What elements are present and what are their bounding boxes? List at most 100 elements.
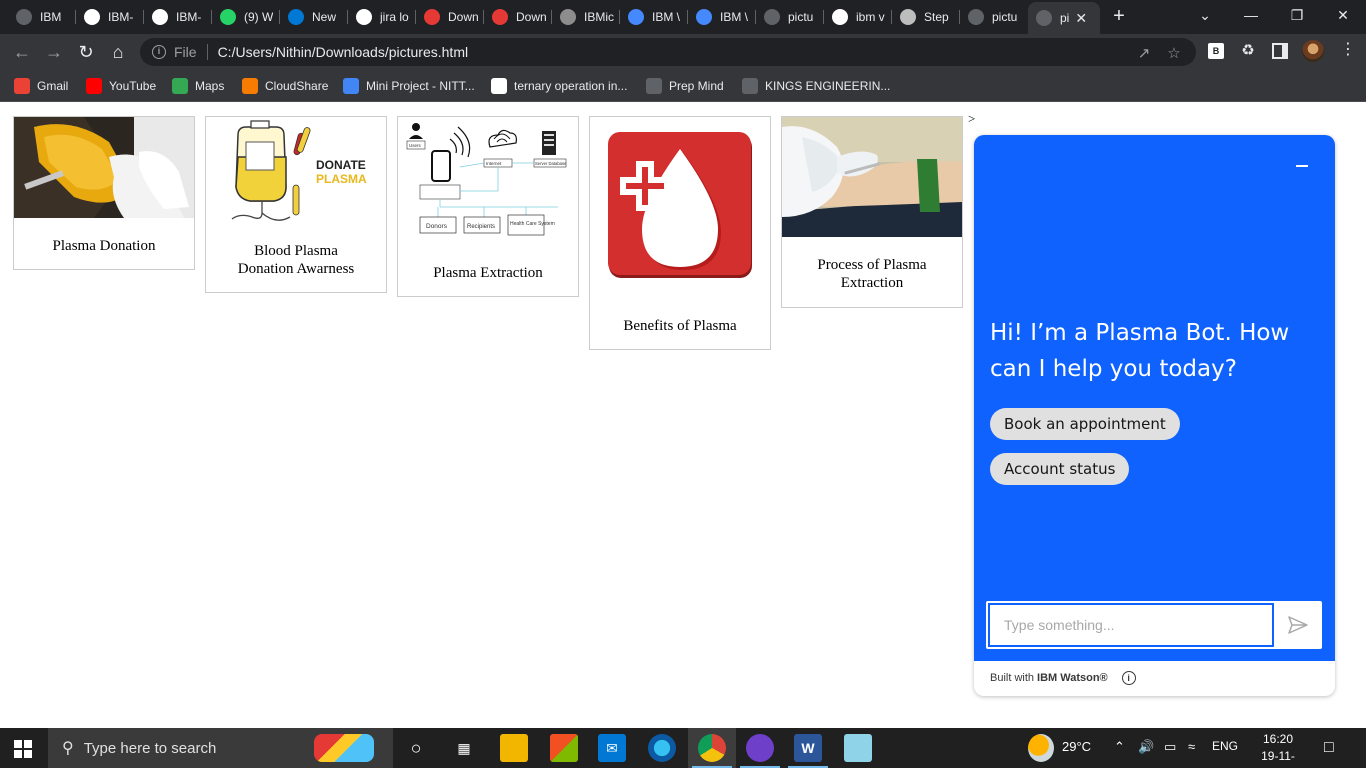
weather-icon[interactable] [1028,734,1054,762]
robot-icon [900,9,916,25]
omnibox-divider [206,44,208,60]
browser-tab[interactable]: pi ✕ [1028,2,1100,34]
card-awareness[interactable]: DONATE PLASMA Blood Plasma Donation Awar… [205,116,387,293]
cloudshare-icon [242,78,258,94]
gmail-icon [14,78,30,94]
reload-button[interactable]: ↻ [74,40,98,64]
browser-tab[interactable]: New [280,4,346,30]
browser-tab[interactable]: (9) W [212,4,278,30]
tab-label: IBM [40,10,62,24]
share-icon[interactable]: ↗ [1134,44,1154,62]
forward-button[interactable]: → [42,40,66,64]
diagram-label-users: Users [409,143,422,148]
browser-tab[interactable]: jira lo [348,4,414,30]
card-caption: Benefits of Plasma [623,318,737,334]
github-desktop-icon[interactable] [746,734,774,762]
extensions-puzzle-icon[interactable]: ♻ [1240,43,1256,59]
chatbot-widget: Hi! I’m a Plasma Bot. How can I help you… [974,135,1335,696]
extension-b-icon[interactable]: B [1208,43,1224,59]
heart-icon [492,9,508,25]
globe-icon [968,9,984,25]
diagram-label-recipients: Recipients [467,224,495,230]
info-icon[interactable]: i [1121,671,1136,685]
footer-brand: IBM Watson® [1037,672,1108,684]
mail-icon[interactable]: ✉ [598,734,626,762]
file-explorer-icon[interactable] [500,734,528,762]
taskbar-clock[interactable]: 16:20 19-11-2022 [1250,731,1306,768]
tab-label: IBM \ [652,10,681,24]
word-icon[interactable]: W [794,734,822,762]
close-window-button[interactable]: ✕ [1320,0,1366,32]
ibm-cloud-icon [560,9,576,25]
taskbar-search-box[interactable]: ⚲ Type here to search [48,728,393,768]
url-text[interactable]: C:/Users/Nithin/Downloads/pictures.html [218,44,469,60]
task-view-icon[interactable]: ▦ [450,734,478,762]
browser-tab[interactable]: ibm v [824,4,890,30]
bookmark-item[interactable]: ternary operation in... [491,76,627,96]
bookmark-item[interactable]: Gmail [14,76,68,96]
notification-icon[interactable]: □ [1324,739,1334,757]
cortana-icon[interactable]: ○ [402,734,430,762]
windows-start-icon[interactable] [14,740,32,758]
clock-time: 16:20 [1262,732,1294,746]
browser-tab[interactable]: Down [484,4,550,30]
edge-icon[interactable] [648,734,676,762]
close-tab-icon[interactable]: ✕ [1075,10,1087,27]
option-account-status[interactable]: Account status [990,453,1130,485]
browser-tab[interactable]: IBM \ [620,4,686,30]
weather-temperature[interactable]: 29°C [1062,739,1091,754]
site-info-icon[interactable]: i [152,45,166,59]
browser-tab[interactable]: IBM- [76,4,142,30]
card-extraction[interactable]: Users Internet Server Database Donors Re… [397,116,579,297]
github-icon [152,9,168,25]
minimize-window-button[interactable]: — [1228,0,1274,32]
bookmark-item[interactable]: KINGS ENGINEERIN... [742,76,890,96]
send-icon[interactable] [1286,613,1310,637]
minimize-icon[interactable] [1296,165,1308,167]
azure-icon [288,9,304,25]
wifi-icon[interactable]: ≈ [1188,739,1195,754]
browser-tab[interactable]: pictu [756,4,822,30]
battery-icon[interactable]: ▭ [1164,739,1176,755]
language-indicator[interactable]: ENG [1212,739,1238,753]
browser-tab[interactable]: IBMic [552,4,618,30]
card-plasma-donation[interactable]: Plasma Donation [13,116,195,270]
bookmark-item[interactable]: CloudShare [242,76,328,96]
option-book-appointment[interactable]: Book an appointment [990,408,1180,440]
tab-search-icon[interactable]: ⌄ [1182,0,1228,32]
side-panel-icon[interactable] [1272,43,1288,59]
chat-input-container [986,601,1322,649]
store-icon[interactable] [550,734,578,762]
tray-chevron-icon[interactable]: ⌃ [1114,739,1125,755]
card-process[interactable]: Process of Plasma Extraction [781,116,963,308]
tab-label: IBMic [584,10,614,24]
back-button[interactable]: ← [10,40,34,64]
tab-label: ibm v [856,10,885,24]
bookmark-item[interactable]: Prep Mind [646,76,724,96]
volume-icon[interactable]: 🔊 [1138,739,1154,755]
card-caption: Process of Plasma Extraction [817,257,927,291]
browser-tab[interactable]: Down [416,4,482,30]
chrome-icon[interactable] [698,734,726,762]
bookmark-item[interactable]: Mini Project - NITT... [343,76,475,96]
browser-tab[interactable]: pictu [960,4,1026,30]
bookmark-star-icon[interactable]: ☆ [1164,44,1184,62]
address-bar[interactable]: i File C:/Users/Nithin/Downloads/picture… [140,38,1196,66]
new-tab-button[interactable]: + [1108,4,1130,30]
chat-icon [696,9,712,25]
home-button[interactable]: ⌂ [106,40,130,64]
browser-tab[interactable]: IBM [8,4,74,30]
browser-tab[interactable]: IBM- [144,4,210,30]
chat-message-input[interactable] [988,603,1274,647]
restore-window-button[interactable]: ❐ [1274,0,1320,32]
tab-label: pi [1060,11,1070,25]
bookmark-item[interactable]: Maps [172,76,224,96]
bookmark-item[interactable]: YouTube [86,76,156,96]
browser-tab[interactable]: IBM \ [688,4,754,30]
profile-avatar[interactable] [1302,40,1324,62]
snip-tool-icon[interactable] [844,734,872,762]
tab-label: Step [924,10,949,24]
browser-menu-icon[interactable]: ⋮ [1340,42,1356,59]
browser-tab[interactable]: Step [892,4,958,30]
card-benefits[interactable]: Benefits of Plasma [589,116,771,350]
